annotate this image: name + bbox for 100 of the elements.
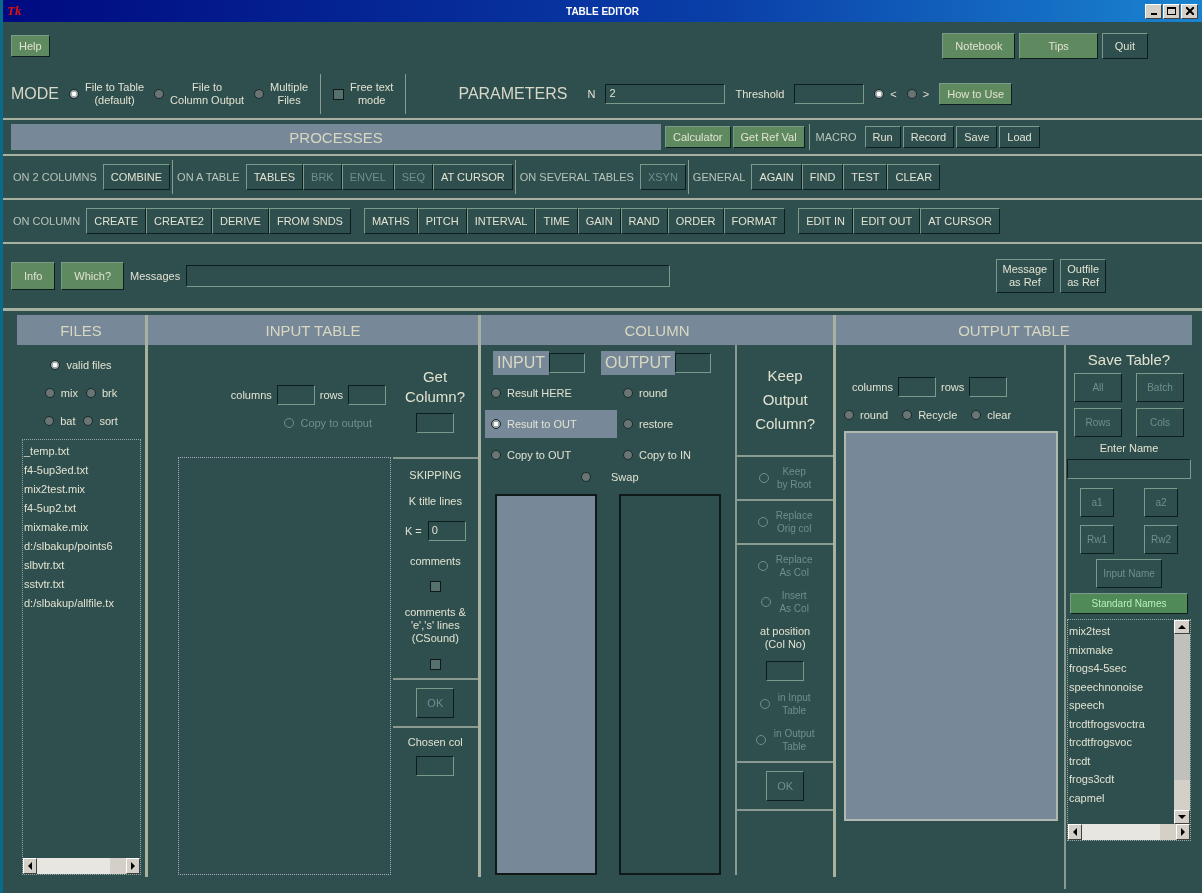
radio-button[interactable]: [44, 388, 55, 398]
process-button[interactable]: FROM SNDS: [268, 208, 351, 234]
list-item[interactable]: speechnonoise: [1069, 677, 1173, 696]
radio-button[interactable]: [623, 419, 633, 429]
radio-button[interactable]: [906, 89, 917, 99]
k-field[interactable]: 0: [427, 521, 466, 541]
radio-button[interactable]: [85, 388, 96, 398]
radio-button[interactable]: [623, 388, 633, 398]
list-item[interactable]: mixmake: [1069, 640, 1173, 659]
process-button[interactable]: AGAIN: [751, 164, 802, 190]
columns-field[interactable]: [276, 385, 315, 405]
rows-field[interactable]: [348, 385, 386, 405]
position-field[interactable]: [766, 661, 805, 681]
process-button[interactable]: ORDER: [667, 208, 724, 234]
checkbox[interactable]: [429, 581, 441, 592]
input-field[interactable]: [549, 353, 585, 373]
radio-button[interactable]: [254, 89, 265, 99]
vertical-scrollbar[interactable]: [1174, 620, 1190, 824]
radio-button[interactable]: [902, 410, 913, 420]
names-list[interactable]: mix2test mixmake frogs4-5sec speechnonoise speech trcdtfrogsvoctra trcdtfrogsvoc trcdt frogs3cdt capmel: [1067, 619, 1191, 841]
process-button[interactable]: MATHS: [363, 208, 418, 234]
checkbox[interactable]: [333, 88, 344, 100]
process-button[interactable]: GAIN: [577, 208, 621, 234]
scroll-left-icon[interactable]: [23, 858, 37, 874]
process-button[interactable]: COMBINE: [102, 164, 171, 190]
process-button[interactable]: CLEAR: [887, 164, 941, 190]
process-button[interactable]: FORMAT: [723, 208, 786, 234]
minimize-icon[interactable]: [1145, 3, 1162, 19]
messages-field[interactable]: [186, 265, 671, 287]
toolbar-button[interactable]: Quit: [1101, 33, 1148, 59]
process-button[interactable]: FIND: [801, 164, 844, 190]
process-button[interactable]: DERIVE: [211, 208, 269, 234]
output-field[interactable]: [674, 353, 711, 373]
process-button[interactable]: AT CURSOR: [920, 208, 1000, 234]
macro-button[interactable]: Load: [999, 126, 1040, 148]
process-button[interactable]: RAND: [620, 208, 668, 234]
process-button[interactable]: EDIT IN: [798, 208, 854, 234]
columns-field[interactable]: [897, 377, 936, 397]
column-field[interactable]: [416, 413, 454, 433]
process-button[interactable]: CREATE: [86, 208, 147, 234]
scroll-up-icon[interactable]: [1174, 620, 1190, 634]
name-field[interactable]: [1067, 459, 1191, 479]
ref-button[interactable]: Outfile as Ref: [1060, 259, 1106, 293]
list-item[interactable]: trcdtfrogsvoctra: [1069, 714, 1173, 733]
radio-button[interactable]: [83, 416, 94, 426]
macro-button[interactable]: Save: [956, 126, 998, 148]
radio-button[interactable]: [844, 410, 854, 420]
file-list[interactable]: _temp.txt f4-5up3ed.txt mix2test.mix f4-5up2.txt mixmake.mix d:/slbakup/points6 slbvtr.txt sstvtr.txt d:/slbakup/allfile.tx: [22, 439, 141, 875]
maximize-icon[interactable]: [1163, 3, 1180, 19]
list-item[interactable]: d:/slbakup/points6: [24, 537, 139, 556]
macro-button[interactable]: Run: [864, 126, 901, 148]
radio-button[interactable]: [69, 89, 79, 99]
list-item[interactable]: mixmake.mix: [24, 518, 139, 537]
radio-button[interactable]: [154, 89, 165, 99]
process-button[interactable]: PITCH: [417, 208, 467, 234]
process-button[interactable]: EDIT OUT: [853, 208, 921, 234]
list-item[interactable]: slbvtr.txt: [24, 556, 139, 575]
radio-button[interactable]: [491, 419, 501, 429]
radio-button[interactable]: [50, 360, 61, 370]
radio-button[interactable]: [623, 450, 633, 460]
radio-button[interactable]: [971, 410, 982, 420]
horizontal-scrollbar[interactable]: [1068, 824, 1190, 840]
process-button[interactable]: INTERVAL: [466, 208, 536, 234]
list-item[interactable]: capmel: [1069, 788, 1173, 807]
list-item[interactable]: mix2test.mix: [24, 480, 139, 499]
radio-button[interactable]: [44, 416, 55, 426]
list-item[interactable]: sstvtr.txt: [24, 575, 139, 594]
input-table-area[interactable]: [178, 457, 391, 875]
n-field[interactable]: 2: [605, 84, 726, 104]
radio-button[interactable]: [581, 472, 591, 482]
checkbox[interactable]: [429, 659, 441, 670]
list-item[interactable]: trcdtfrogsvoc: [1069, 733, 1173, 752]
rows-field[interactable]: [969, 377, 1008, 397]
scroll-down-icon[interactable]: [1174, 810, 1190, 824]
input-column-list[interactable]: [495, 494, 597, 875]
process-button[interactable]: TABLES: [245, 164, 304, 190]
scroll-left-icon[interactable]: [1068, 824, 1082, 840]
list-item[interactable]: mix2test: [1069, 622, 1173, 641]
process-button[interactable]: TIME: [535, 208, 578, 234]
scroll-right-icon[interactable]: [126, 858, 140, 874]
radio-button[interactable]: [491, 450, 501, 460]
list-item[interactable]: speech: [1069, 696, 1173, 715]
radio-button[interactable]: [491, 388, 501, 398]
ref-button[interactable]: Message as Ref: [995, 259, 1055, 293]
list-item[interactable]: f4-5up2.txt: [24, 499, 139, 518]
horizontal-scrollbar[interactable]: [23, 858, 140, 874]
macro-button[interactable]: Record: [902, 126, 955, 148]
list-item[interactable]: _temp.txt: [24, 442, 139, 461]
chosen-col-field[interactable]: [416, 756, 455, 776]
process-button[interactable]: AT CURSOR: [433, 164, 513, 190]
list-item[interactable]: d:/slbakup/allfile.tx: [24, 594, 139, 613]
process-button[interactable]: TEST: [843, 164, 888, 190]
list-item[interactable]: frogs3cdt: [1069, 770, 1173, 789]
list-item[interactable]: f4-5up3ed.txt: [24, 461, 139, 480]
close-icon[interactable]: [1181, 3, 1198, 19]
radio-button[interactable]: [874, 89, 885, 99]
process-button[interactable]: CREATE2: [146, 208, 212, 234]
list-item[interactable]: trcdt: [1069, 751, 1173, 770]
threshold-field[interactable]: [794, 84, 865, 104]
list-item[interactable]: frogs4-5sec: [1069, 659, 1173, 678]
